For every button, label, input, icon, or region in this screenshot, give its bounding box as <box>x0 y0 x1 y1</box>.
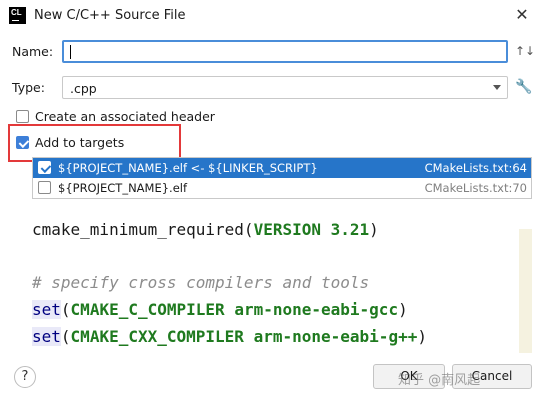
code-line: # specify cross compilers and tools <box>32 273 369 293</box>
add-to-targets-checkbox[interactable] <box>16 136 29 149</box>
create-header-checkbox[interactable] <box>16 110 29 123</box>
clion-app-icon: CL <box>9 7 26 24</box>
target-file: CMakeLists.txt:64 <box>424 161 527 175</box>
target-file: CMakeLists.txt:70 <box>424 181 527 195</box>
editor-gutter-strip <box>519 229 532 353</box>
close-icon[interactable]: ✕ <box>514 7 530 23</box>
code-text: cmake_minimum_required(VERSION 3.21) <box>32 220 379 239</box>
target-name: ${PROJECT_NAME}.elf <- ${LINKER_SCRIPT} <box>58 161 318 175</box>
help-button[interactable]: ? <box>14 366 36 388</box>
target-name: ${PROJECT_NAME}.elf <box>58 181 188 195</box>
code-text: set(CMAKE_C_COMPILER arm-none-eabi-gcc) <box>32 300 408 319</box>
code-line: set(CMAKE_C_COMPILER arm-none-eabi-gcc) <box>32 300 408 320</box>
target-row[interactable]: ${PROJECT_NAME}.elf CMakeLists.txt:70 <box>33 178 531 198</box>
type-label: Type: <box>12 80 45 95</box>
code-preview: cmake_minimum_required(VERSION 3.21) # s… <box>32 217 532 353</box>
target-checkbox[interactable] <box>38 181 51 194</box>
text-caret <box>70 45 71 59</box>
target-checkbox[interactable] <box>38 161 51 174</box>
code-text: set(CMAKE_CXX_COMPILER arm-none-eabi-g++… <box>32 327 427 346</box>
add-to-targets-label[interactable]: Add to targets <box>35 135 124 150</box>
code-text: # specify cross compilers and tools <box>32 273 370 292</box>
watermark: 知乎 @南风起 <box>398 373 481 388</box>
chevron-down-icon <box>493 85 501 90</box>
target-row[interactable]: ${PROJECT_NAME}.elf <- ${LINKER_SCRIPT} … <box>33 158 531 178</box>
app-icon-text: CL <box>11 8 22 17</box>
dialog-title: New C/C++ Source File <box>34 8 186 23</box>
type-value: .cpp <box>70 81 97 96</box>
sort-icon[interactable]: ↑↓ <box>515 42 535 60</box>
type-select[interactable]: .cpp <box>62 76 508 99</box>
code-line: set(CMAKE_CXX_COMPILER arm-none-eabi-g++… <box>32 327 427 347</box>
title-bar: CL New C/C++ Source File ✕ <box>0 0 544 32</box>
code-line: cmake_minimum_required(VERSION 3.21) <box>32 220 379 240</box>
name-label: Name: <box>12 44 54 59</box>
targets-list: ${PROJECT_NAME}.elf <- ${LINKER_SCRIPT} … <box>32 157 532 199</box>
create-header-label[interactable]: Create an associated header <box>35 109 215 124</box>
name-input[interactable] <box>62 40 508 63</box>
wrench-icon[interactable]: 🔧 <box>515 78 533 96</box>
